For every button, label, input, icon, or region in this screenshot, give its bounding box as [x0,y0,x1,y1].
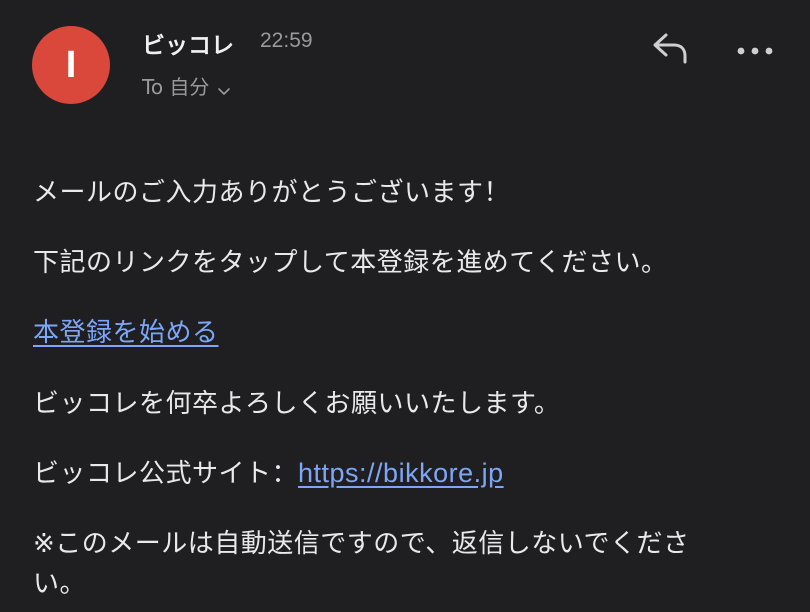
more-options-button[interactable] [732,30,778,70]
register-link[interactable]: 本登録を始める [33,318,219,348]
reply-button[interactable] [648,30,692,70]
body-notice-continued: い。 [33,569,87,599]
more-horizontal-icon [735,41,775,60]
reply-icon [650,31,690,69]
avatar-letter: I [65,43,77,86]
site-url-link[interactable]: https://bikkore.jp [298,458,504,488]
recipient-label: To 自分 [142,75,210,99]
body-greeting: メールのご入力ありがとうございます！ [33,178,511,208]
body-notice: ※このメールは自動送信ですので、返信しないでくださ [33,529,690,559]
site-label: ビッコレ公式サイト： [33,459,299,489]
chevron-down-icon [217,79,231,95]
body-instruction: 下記のリンクをタップして本登録を進めてください。 [33,248,668,278]
site-row: ビッコレ公式サイト：https://bikkore.jp [33,453,504,490]
register-link-row: 本登録を始める [33,312,219,349]
sender-name: ビッコレ [142,33,234,59]
body-regards: ビッコレを何卒よろしくお願いいたします。 [33,389,561,419]
timestamp: 22:59 [260,29,313,52]
avatar[interactable]: I [32,26,110,104]
recipient-toggle[interactable]: To 自分 [142,71,231,100]
